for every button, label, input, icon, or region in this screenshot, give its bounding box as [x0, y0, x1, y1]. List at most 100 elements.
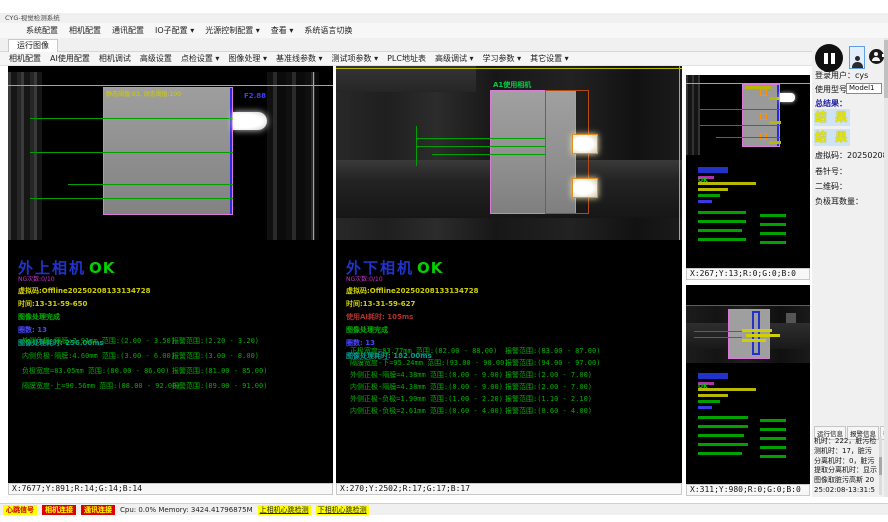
- pixel-status-upper: X:7677;Y:891;R:14;G:14;B:14: [8, 483, 333, 495]
- measurement-row: 隔膜宽度-上=90.56mm 范围:(88.00 - 92.00) 报警范围:(…: [22, 381, 333, 396]
- model-select[interactable]: Model1: [846, 83, 882, 94]
- measurement-row: 外侧正极-隔膜=4.38mm 范围:(0.00 - 9.00) 报警范围:(2.…: [350, 370, 670, 382]
- pause-icon: [824, 53, 828, 64]
- electrode-tab-blob: [233, 112, 267, 130]
- measurement-text: 外侧正极-隔膜=4.38mm 范围:(0.00 - 9.00): [350, 371, 503, 379]
- menu-item-io-config[interactable]: IO子配置 ▾: [155, 25, 194, 36]
- pixel-status-inner-lower: X:311;Y:980;R:0;G:0;B:0: [686, 484, 810, 496]
- tool-learning-params[interactable]: 学习参数 ▾: [483, 53, 522, 64]
- log-scrollbar-thumb[interactable]: [879, 457, 882, 475]
- preview-panel-inner-upper[interactable]: OK: [686, 75, 810, 268]
- pause-icon: [831, 53, 835, 64]
- menu-item-camera-config[interactable]: 相机配置: [69, 25, 101, 36]
- overlay-measure-line: [30, 118, 233, 119]
- done-line: 图像处理完成: [346, 325, 656, 335]
- toolbar: 相机配置 AI使用配置 相机调试 高级设置 点检设置 ▾ 图像处理 ▾ 基准线参…: [0, 52, 888, 66]
- virtual-code-label: 虚拟码：: [815, 151, 847, 160]
- measurement-list-upper: 外侧负极-隔膜:2.91mm 范围:(2.00 - 3.50) 报警范围:(2.…: [22, 336, 333, 396]
- tool-test-params[interactable]: 测试项参数 ▾: [332, 53, 379, 64]
- preview-panel-inner-lower[interactable]: OK: [686, 285, 810, 484]
- overlay-blue-edge-line: [230, 88, 232, 214]
- alarm-range: 报警范围:(89.00 - 91.00): [172, 381, 267, 391]
- camera-panel-lower: A1使用相机 外下相机OK NG次数:0/10 虚拟码:Offline20250…: [336, 66, 682, 483]
- menubar: 系统配置 相机配置 通讯配置 IO子配置 ▾ 光源控制配置 ▾ 查看 ▾ 系统语…: [0, 23, 888, 38]
- titlebar: CYG-视觉检测系统: [0, 13, 888, 23]
- heartbeat-indicator: 心跳信号: [3, 505, 37, 515]
- upper-camera-heartbeat: 上相机心跳检测: [258, 505, 311, 515]
- tool-advanced-debug[interactable]: 高级调试 ▾: [435, 53, 474, 64]
- alarm-range: 报警范围:(0.60 - 4.00): [505, 406, 592, 416]
- menu-item-comm-config[interactable]: 通讯配置: [112, 25, 144, 36]
- overlay-yellow-vline: [679, 66, 680, 240]
- menu-item-language[interactable]: 系统语言切换: [304, 25, 352, 36]
- ai-time-line: 使用AI耗时: 105ms: [346, 312, 656, 322]
- tool-camera-config[interactable]: 相机配置: [9, 53, 41, 64]
- pause-button[interactable]: [815, 44, 843, 72]
- measurement-text: 负极宽度=83.05mm 范围:(80.00 - 86.00): [22, 367, 169, 375]
- measurement-text: 外侧负极-隔膜:2.91mm 范围:(2.00 - 3.50): [22, 337, 175, 345]
- tool-plc-table[interactable]: PLC地址表: [387, 53, 426, 64]
- menu-item-view[interactable]: 查看 ▾: [271, 25, 294, 36]
- electrode-tab-blob: [572, 134, 598, 154]
- alarm-range: 报警范围:(2.00 - 7.00): [505, 370, 592, 380]
- preview-readout: OK: [698, 373, 756, 458]
- turns-line: 圈数: 13: [18, 325, 328, 335]
- app-window: CYG-视觉检测系统 系统配置 相机配置 通讯配置 IO子配置 ▾ 光源控制配置…: [0, 0, 888, 522]
- tool-advanced-settings[interactable]: 高级设置: [140, 53, 172, 64]
- ok-status: OK: [89, 259, 115, 277]
- menu-item-light-config[interactable]: 光源控制配置 ▾: [205, 25, 260, 36]
- overlay-yellow-line: [8, 85, 333, 86]
- menu-item-system-config[interactable]: 系统配置: [26, 25, 58, 36]
- measurement-row: 内侧负极-隔膜:4.60mm 范围:(3.00 - 6.00) 报警范围:(3.…: [22, 351, 333, 366]
- measurement-row: 正极宽度=83.77mm 范围:(82.00 - 88.00) 报警范围:(83…: [350, 346, 670, 358]
- tab-run-image[interactable]: 运行图像: [8, 39, 58, 52]
- measurement-text: 隔膜宽度-下=95.24mm 范围:(93.00 - 98.00): [350, 359, 509, 367]
- window-title: CYG-视觉检测系统: [5, 14, 60, 22]
- alarm-range: 报警范围:(2.00 - 7.00): [505, 382, 592, 392]
- window-statusbar: 心跳信号 相机连接 通讯连接 Cpu: 0.0% Memory: 3424.41…: [0, 503, 888, 515]
- user-mode-button[interactable]: [849, 46, 865, 69]
- cpu-memory-status: Cpu: 0.0% Memory: 3424.41796875M: [120, 506, 253, 514]
- user-icon: [852, 56, 862, 68]
- ok-status: OK: [417, 259, 443, 277]
- measurement-row: 外侧负极-隔膜:2.91mm 范围:(2.00 - 3.50) 报警范围:(2.…: [22, 336, 333, 351]
- tabbar: 运行图像: [0, 38, 888, 52]
- tool-spot-check[interactable]: 点检设置 ▾: [181, 53, 220, 64]
- panel-scrollbar-thumb[interactable]: [884, 40, 888, 98]
- measurement-text: 内侧正极-负极=2.61mm 范围:(0.60 - 4.00): [350, 407, 503, 415]
- alarm-range: 报警范围:(3.00 - 8.00): [172, 351, 259, 361]
- tool-camera-debug[interactable]: 相机调试: [99, 53, 131, 64]
- readout-upper: 外上相机OK NG次数:0/10 虚拟码:Offline202502081331…: [18, 258, 328, 348]
- measurement-row: 负极宽度=83.05mm 范围:(80.00 - 86.00) 报警范围:(81…: [22, 366, 333, 381]
- overlay-measure-line: [416, 146, 546, 147]
- time-line: 时间:13-31-59-627: [346, 299, 656, 309]
- comm-connection-indicator: 通讯连接: [81, 505, 115, 515]
- overlay-yellow-vline: [313, 72, 314, 240]
- image-texture-top: [336, 66, 476, 92]
- camera-panel-upper: 静态阈值:93, 动态阈值:100 F2.88 外上相机OK NG次数:0/10…: [8, 66, 333, 483]
- result-badge-lower: 结 果: [814, 129, 850, 146]
- pixel-status-inner-upper: X:267;Y:13;R:0;G:0;B:0: [686, 268, 810, 280]
- camera-view-upper[interactable]: 静态阈值:93, 动态阈值:100 F2.88: [8, 72, 333, 240]
- ok-status: OK: [698, 383, 708, 390]
- alarm-range: 报警范围:(94.00 - 97.00): [505, 358, 600, 368]
- camera-view-lower[interactable]: A1使用相机: [336, 66, 682, 240]
- control-panel: 登录用户：cys 使用型号： Model1 总结果： 结 果 结 果 虚拟码：2…: [812, 38, 884, 497]
- electrode-tab-blob: [572, 178, 598, 198]
- log-scrollbar[interactable]: [879, 437, 882, 495]
- alarm-range: 报警范围:(81.00 - 85.00): [172, 366, 267, 376]
- image-texture-left: [8, 72, 42, 240]
- preview-image: [686, 305, 810, 363]
- result-badge-upper: 结 果: [814, 109, 850, 126]
- done-line: 图像处理完成: [18, 312, 328, 322]
- measurement-list-lower: 正极宽度=83.77mm 范围:(82.00 - 88.00) 报警范围:(83…: [350, 346, 670, 418]
- tool-ai-config[interactable]: AI使用配置: [50, 53, 90, 64]
- tool-image-processing[interactable]: 图像处理 ▾: [228, 53, 267, 64]
- measurement-text: 外侧正极-负极=1.90mm 范围:(1.00 - 2.20): [350, 395, 503, 403]
- measurement-text: 正极宽度=83.77mm 范围:(82.00 - 88.00): [350, 347, 497, 355]
- overlay-measure-line: [432, 154, 546, 155]
- virtual-code-row: 虚拟码：20250208: [815, 150, 888, 161]
- tool-other-settings[interactable]: 其它设置 ▾: [530, 53, 569, 64]
- tool-baseline-params[interactable]: 基准线参数 ▾: [276, 53, 323, 64]
- panel-scrollbar[interactable]: [884, 38, 888, 497]
